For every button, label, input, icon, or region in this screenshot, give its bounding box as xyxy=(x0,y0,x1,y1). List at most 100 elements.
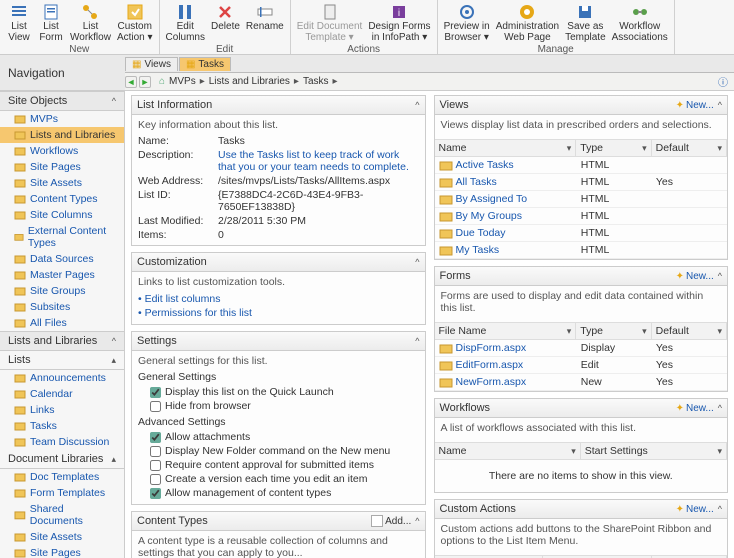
nav-forward-button[interactable]: ► xyxy=(139,76,151,88)
table-row[interactable]: By Assigned ToHTML xyxy=(435,191,728,208)
chevron-up-icon[interactable]: ^ xyxy=(718,403,722,413)
list-team-discussion[interactable]: Team Discussion xyxy=(0,434,124,450)
setting-checkbox[interactable] xyxy=(150,474,161,485)
new-button[interactable]: New... xyxy=(676,100,714,111)
delete-button[interactable]: Delete xyxy=(209,2,242,44)
table-row[interactable]: Active TasksHTML xyxy=(435,157,728,174)
chevron-up-icon[interactable]: ^ xyxy=(718,504,722,514)
folder-icon xyxy=(14,231,24,243)
column-header[interactable]: Name▾ xyxy=(435,443,581,459)
site-object-site-assets[interactable]: Site Assets xyxy=(0,175,124,191)
chevron-up-icon[interactable]: ^ xyxy=(415,516,419,526)
general-settings-heading: General Settings xyxy=(138,371,419,383)
doclib-doc-templates[interactable]: Doc Templates xyxy=(0,469,124,485)
new-button[interactable]: New... xyxy=(676,504,714,515)
chevron-down-icon: ▾ xyxy=(567,326,572,337)
setting-checkbox[interactable] xyxy=(150,432,161,443)
setting-checkbox[interactable] xyxy=(150,460,161,471)
chevron-up-icon[interactable]: ^ xyxy=(415,336,419,346)
chevron-up-icon[interactable]: ^ xyxy=(415,257,419,267)
customization-link[interactable]: Permissions for this list xyxy=(138,306,419,320)
breadcrumb-item[interactable]: MVPs xyxy=(169,76,196,87)
site-objects-header[interactable]: Site Objects^ xyxy=(0,91,124,111)
tab-tasks[interactable]: ▦Tasks xyxy=(179,57,231,71)
setting-checkbox[interactable] xyxy=(150,446,161,457)
cell: By My Groups xyxy=(435,208,577,224)
list-workflow-button[interactable]: ListWorkflow xyxy=(68,2,113,44)
cell xyxy=(652,157,727,173)
doclibs-subheader[interactable]: Document Libraries▴ xyxy=(0,450,124,469)
site-object-subsites[interactable]: Subsites xyxy=(0,299,124,315)
table-row[interactable]: EditForm.aspxEditYes xyxy=(435,357,728,374)
doclib-site-pages[interactable]: Site Pages xyxy=(0,545,124,558)
site-object-external-content-types[interactable]: External Content Types xyxy=(0,223,124,251)
site-object-lists-and-libraries[interactable]: Lists and Libraries xyxy=(0,127,124,143)
table-row[interactable]: DispForm.aspxDisplayYes xyxy=(435,340,728,357)
ribbon-group-label: Actions xyxy=(347,44,380,55)
doclib-shared-documents[interactable]: Shared Documents xyxy=(0,501,124,529)
setting-checkbox[interactable] xyxy=(150,387,161,398)
help-icon[interactable]: ⓘ xyxy=(718,74,728,89)
doclib-form-templates[interactable]: Form Templates xyxy=(0,485,124,501)
list-view-button[interactable]: ListView xyxy=(4,2,34,44)
chevron-up-icon[interactable]: ^ xyxy=(415,100,419,110)
column-header[interactable]: Name▾ xyxy=(435,140,577,156)
item-icon xyxy=(439,245,453,256)
list-tasks[interactable]: Tasks xyxy=(0,418,124,434)
site-object-content-types[interactable]: Content Types xyxy=(0,191,124,207)
chevron-up-icon[interactable]: ^ xyxy=(718,271,722,281)
panel-description: Custom actions add buttons to the ShareP… xyxy=(435,519,728,551)
table-row[interactable]: Due TodayHTML xyxy=(435,225,728,242)
table-row[interactable]: My TasksHTML xyxy=(435,242,728,259)
save-template-button[interactable]: Save asTemplate xyxy=(563,2,608,44)
table-row[interactable]: All TasksHTMLYes xyxy=(435,174,728,191)
list-view-icon xyxy=(10,3,28,21)
folder-icon xyxy=(14,436,26,448)
rename-button[interactable]: Rename xyxy=(244,2,286,44)
table-row[interactable]: NewForm.aspxNewYes xyxy=(435,374,728,391)
nav-back-button[interactable]: ◄ xyxy=(125,76,137,88)
preview-browser-button[interactable]: Preview inBrowser ▾ xyxy=(442,2,492,44)
admin-webpage-button[interactable]: AdministrationWeb Page xyxy=(494,2,561,44)
home-icon[interactable]: ⌂ xyxy=(159,76,165,87)
table-row[interactable]: By My GroupsHTML xyxy=(435,208,728,225)
customization-link[interactable]: Edit list columns xyxy=(138,292,419,306)
breadcrumb-item[interactable]: Lists and Libraries xyxy=(209,76,290,87)
add-button[interactable]: Add... xyxy=(371,515,411,527)
column-header[interactable]: Default▾ xyxy=(652,323,727,339)
folder-icon xyxy=(14,209,26,221)
list-form-button[interactable]: ListForm xyxy=(36,2,66,44)
setting-checkbox[interactable] xyxy=(150,401,161,412)
column-header[interactable]: Type▾ xyxy=(576,140,651,156)
lists-subheader[interactable]: Lists▴ xyxy=(0,351,124,370)
design-infopath-button[interactable]: iDesign Formsin InfoPath ▾ xyxy=(366,2,432,44)
site-object-site-columns[interactable]: Site Columns xyxy=(0,207,124,223)
site-object-master-pages[interactable]: Master Pages xyxy=(0,267,124,283)
tab-views[interactable]: ▦Views xyxy=(125,57,178,71)
edit-columns-button[interactable]: EditColumns xyxy=(164,2,207,44)
setting-checkbox[interactable] xyxy=(150,488,161,499)
lists-libraries-header[interactable]: Lists and Libraries^ xyxy=(0,331,124,351)
edit-doc-template-button[interactable]: Edit DocumentTemplate ▾ xyxy=(295,2,365,44)
custom-action-button[interactable]: CustomAction ▾ xyxy=(115,2,155,44)
column-header[interactable]: File Name▾ xyxy=(435,323,577,339)
delete-icon xyxy=(216,3,234,21)
list-calendar[interactable]: Calendar xyxy=(0,386,124,402)
site-object-data-sources[interactable]: Data Sources xyxy=(0,251,124,267)
column-header[interactable]: Start Settings▾ xyxy=(581,443,727,459)
doclib-site-assets[interactable]: Site Assets xyxy=(0,529,124,545)
site-object-workflows[interactable]: Workflows xyxy=(0,143,124,159)
column-header[interactable]: Type▾ xyxy=(576,323,651,339)
site-object-site-pages[interactable]: Site Pages xyxy=(0,159,124,175)
site-object-site-groups[interactable]: Site Groups xyxy=(0,283,124,299)
new-button[interactable]: New... xyxy=(676,403,714,414)
list-announcements[interactable]: Announcements xyxy=(0,370,124,386)
site-object-mvps[interactable]: MVPs xyxy=(0,111,124,127)
site-object-all-files[interactable]: All Files xyxy=(0,315,124,331)
new-button[interactable]: New... xyxy=(676,271,714,282)
breadcrumb-item[interactable]: Tasks xyxy=(303,76,329,87)
chevron-up-icon[interactable]: ^ xyxy=(718,100,722,110)
workflow-assoc-button[interactable]: WorkflowAssociations xyxy=(610,2,670,44)
list-links[interactable]: Links xyxy=(0,402,124,418)
column-header[interactable]: Default▾ xyxy=(652,140,727,156)
